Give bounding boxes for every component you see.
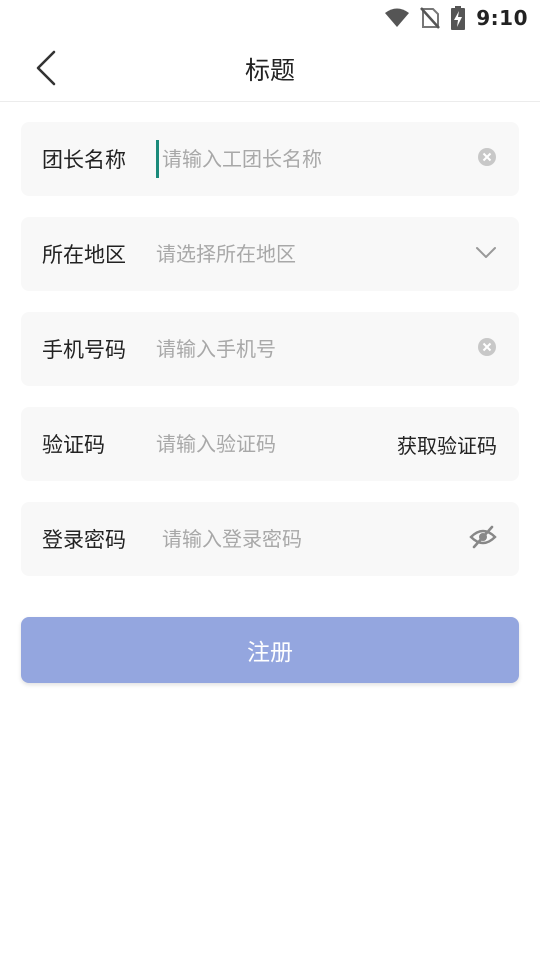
status-bar: 9:10: [0, 0, 540, 36]
phone-input[interactable]: [156, 330, 459, 368]
battery-charging-icon: [450, 6, 466, 30]
code-row: 验证码 获取验证码: [21, 407, 519, 481]
register-form: 团长名称 所在地区 手机号码: [21, 122, 519, 597]
phone-label: 手机号码: [42, 338, 126, 362]
page-title: 标题: [244, 56, 295, 85]
wifi-icon: [384, 8, 410, 28]
region-row[interactable]: 所在地区: [21, 217, 519, 291]
phone-row: 手机号码: [21, 312, 519, 386]
clear-icon: [477, 147, 497, 171]
leader-name-row: 团长名称: [21, 122, 519, 196]
code-label: 验证码: [42, 433, 105, 457]
chevron-left-icon: [34, 49, 58, 91]
nav-bar: 标题: [0, 36, 540, 102]
status-time: 9:10: [476, 6, 528, 30]
chevron-down-icon: [475, 245, 497, 264]
toggle-password-visibility[interactable]: [469, 502, 497, 576]
clear-icon: [477, 337, 497, 361]
get-code-button[interactable]: 获取验证码: [397, 407, 497, 481]
region-select[interactable]: [156, 235, 459, 273]
leader-name-label: 团长名称: [42, 148, 126, 172]
code-input[interactable]: [156, 425, 379, 463]
password-row: 登录密码: [21, 502, 519, 576]
register-button[interactable]: 注册: [21, 617, 519, 683]
no-sim-icon: [420, 7, 441, 29]
clear-button[interactable]: [477, 312, 497, 386]
leader-name-input[interactable]: [156, 140, 459, 178]
region-label: 所在地区: [42, 243, 126, 267]
password-label: 登录密码: [42, 528, 126, 552]
region-dropdown-toggle[interactable]: [475, 217, 497, 291]
password-input[interactable]: [162, 520, 459, 558]
clear-button[interactable]: [477, 122, 497, 196]
eye-off-icon: [469, 525, 497, 553]
back-button[interactable]: [26, 50, 66, 90]
